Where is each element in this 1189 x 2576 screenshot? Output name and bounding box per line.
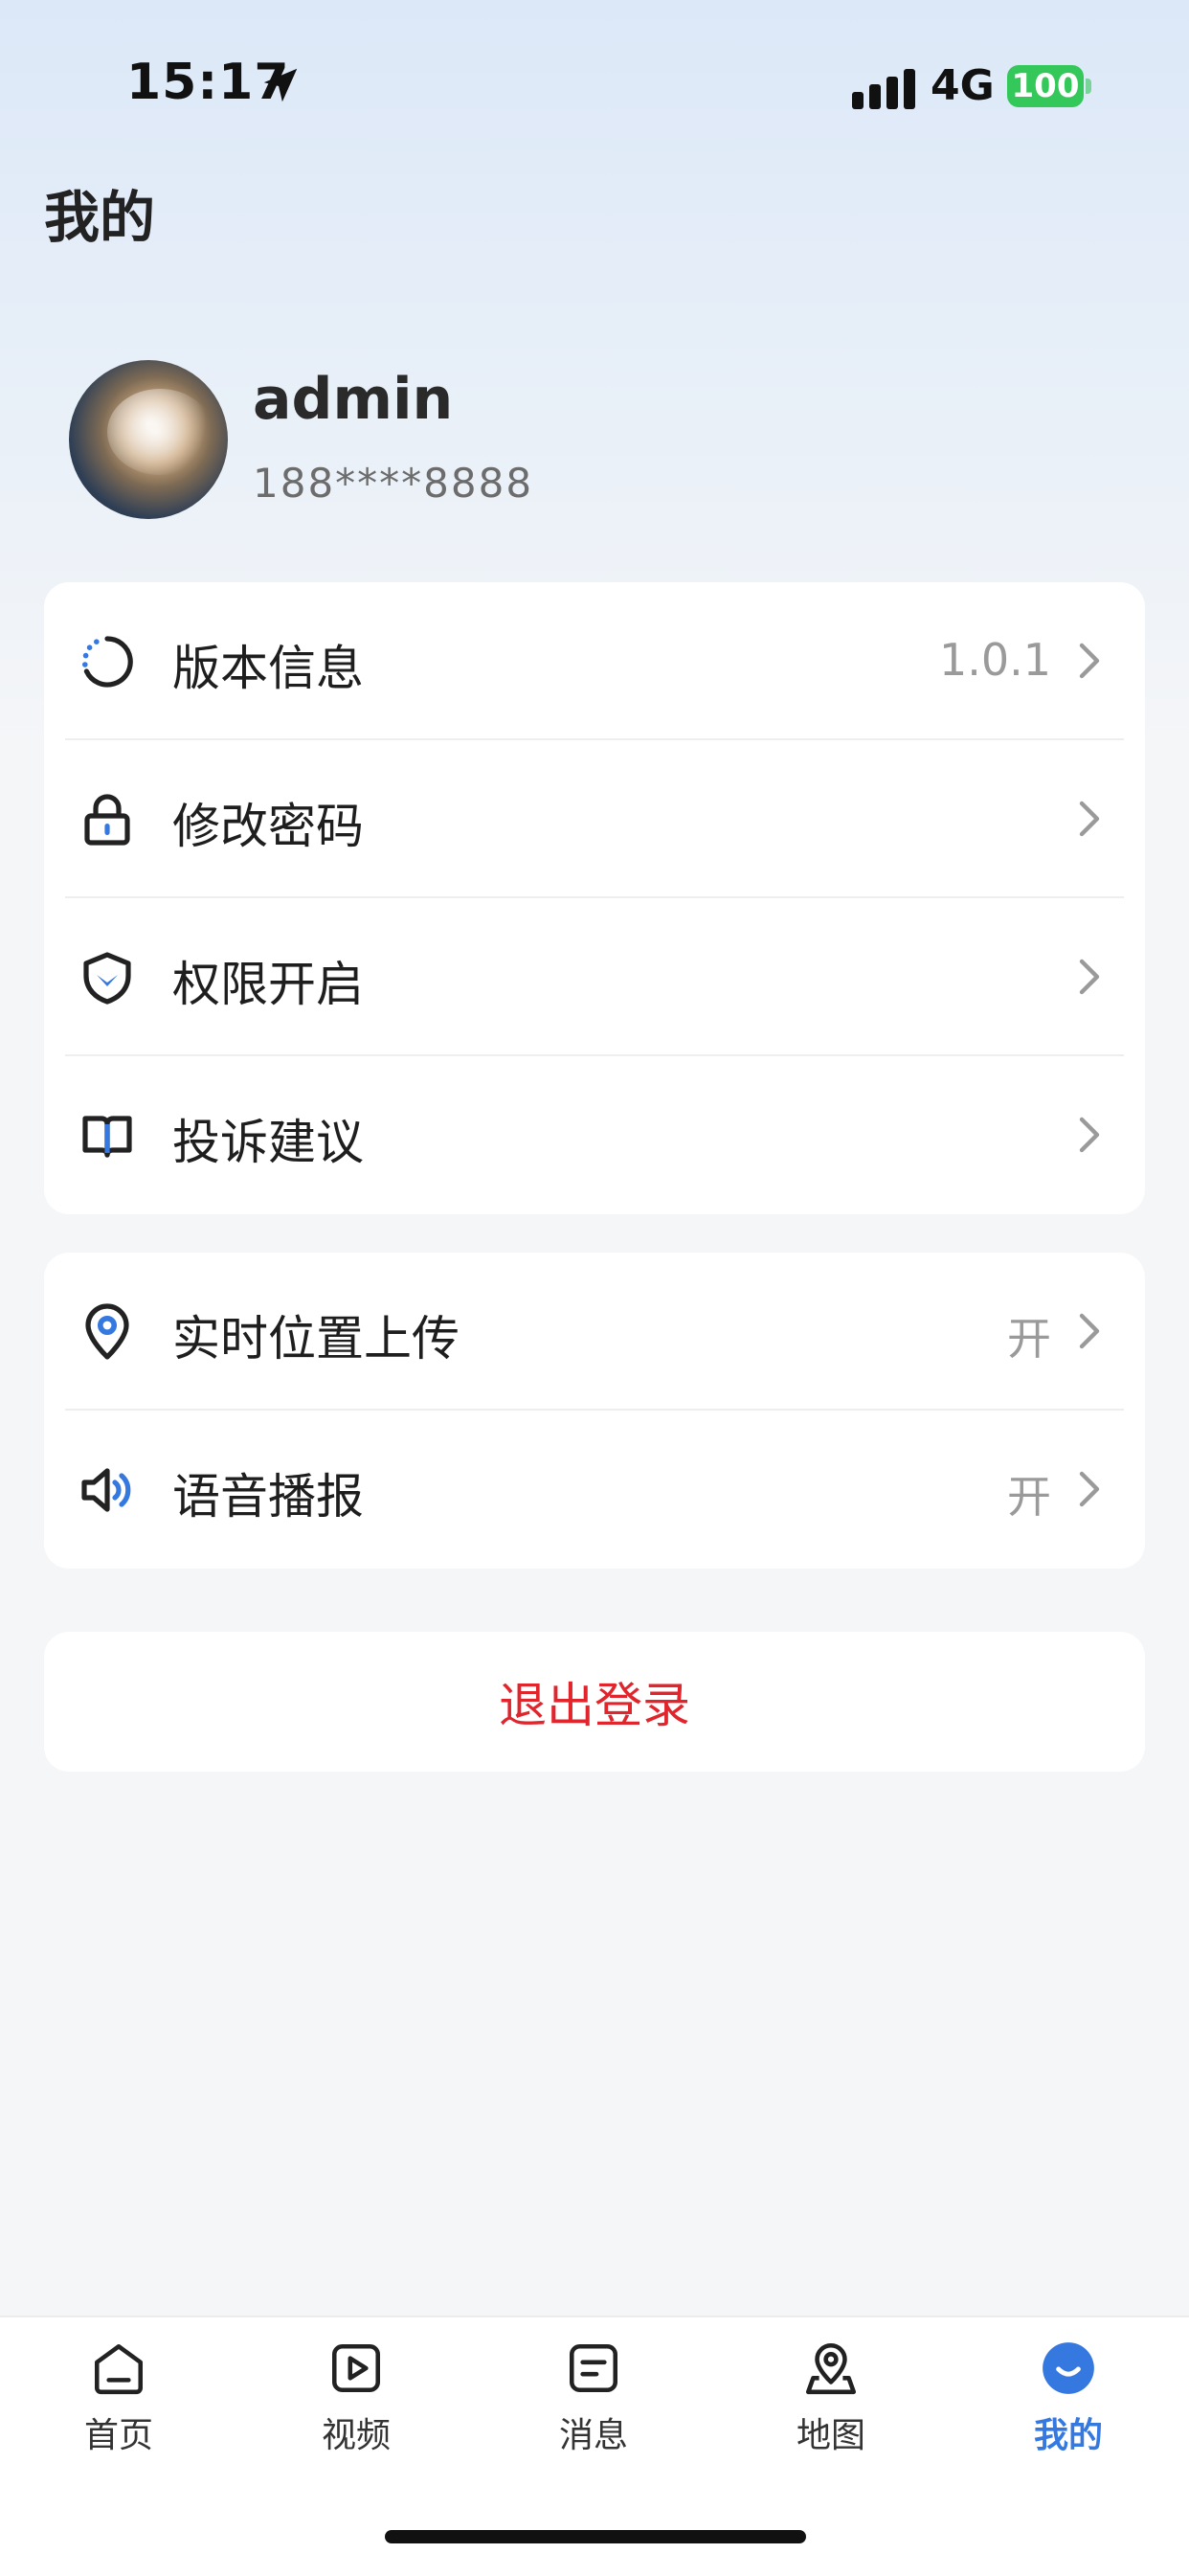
tab-label: 消息	[558, 2416, 628, 2455]
home-indicator	[385, 2530, 806, 2543]
tab-label: 地图	[796, 2416, 865, 2455]
settings-card-2: 实时位置上传 开 语音播报 开	[44, 1253, 1145, 1569]
profile-section[interactable]: admin 188****8888	[69, 360, 1122, 523]
logout-label: 退出登录	[499, 1678, 690, 1733]
menu-item-voice-broadcast[interactable]: 语音播报 开	[44, 1411, 1145, 1569]
version-value: 1.0.1	[938, 634, 1051, 686]
home-icon	[94, 2343, 144, 2395]
video-play-icon	[331, 2343, 381, 2393]
menu-item-version-info[interactable]: 版本信息 1.0.1	[44, 582, 1145, 740]
phone-number: 188****8888	[253, 460, 534, 507]
status-bar: 15:17 4G 100	[0, 0, 1189, 172]
location-pin-icon	[85, 1303, 129, 1360]
menu-item-location-upload[interactable]: 实时位置上传 开	[44, 1253, 1145, 1411]
loading-circle-icon	[82, 636, 133, 688]
username: admin	[253, 366, 454, 433]
menu-item-label: 语音播报	[172, 1469, 364, 1525]
chevron-right-icon	[1079, 643, 1100, 679]
avatar[interactable]	[69, 360, 228, 519]
speaker-icon	[81, 1468, 131, 1512]
map-pin-icon	[805, 2343, 857, 2395]
page-title: 我的	[44, 185, 156, 250]
menu-item-label: 权限开启	[172, 957, 364, 1012]
menu-item-label: 修改密码	[172, 799, 364, 854]
tab-mine[interactable]: 我的	[973, 2339, 1164, 2455]
battery-level: 100	[1011, 67, 1080, 105]
chevron-right-icon	[1079, 1471, 1100, 1507]
smile-profile-icon	[1043, 2342, 1094, 2394]
message-icon	[569, 2343, 618, 2393]
menu-item-label: 实时位置上传	[172, 1311, 460, 1367]
tab-video[interactable]: 视频	[260, 2339, 452, 2455]
tab-home[interactable]: 首页	[23, 2339, 214, 2455]
book-icon	[82, 1116, 132, 1158]
tab-label: 我的	[1033, 2416, 1103, 2455]
shield-icon	[83, 952, 131, 1005]
avatar-image-highlight	[107, 389, 213, 475]
menu-item-label: 投诉建议	[172, 1115, 364, 1170]
bottom-tab-bar: 首页 视频 消息 地图 我的	[0, 2316, 1189, 2576]
menu-item-feedback[interactable]: 投诉建议	[44, 1056, 1145, 1214]
menu-item-change-password[interactable]: 修改密码	[44, 740, 1145, 898]
menu-item-permissions[interactable]: 权限开启	[44, 898, 1145, 1056]
battery-icon: 100	[1007, 65, 1084, 107]
chevron-right-icon	[1079, 1117, 1100, 1153]
menu-item-label: 版本信息	[172, 641, 364, 696]
chevron-right-icon	[1079, 1313, 1100, 1349]
network-type: 4G	[931, 61, 995, 110]
battery-tip	[1086, 79, 1091, 94]
lock-icon	[84, 794, 130, 846]
tab-label: 首页	[83, 2416, 153, 2455]
settings-card-1: 版本信息 1.0.1 修改密码 权限开启 投诉建议	[44, 582, 1145, 1214]
tab-map[interactable]: 地图	[735, 2339, 927, 2455]
chevron-right-icon	[1079, 959, 1100, 995]
tab-label: 视频	[321, 2416, 391, 2455]
voice-broadcast-status: 开	[1007, 1471, 1051, 1523]
location-upload-status: 开	[1007, 1313, 1051, 1365]
signal-icon	[852, 69, 915, 109]
tab-messages[interactable]: 消息	[498, 2339, 689, 2455]
location-arrow-icon	[263, 68, 298, 102]
logout-button[interactable]: 退出登录	[44, 1632, 1145, 1772]
chevron-right-icon	[1079, 801, 1100, 837]
